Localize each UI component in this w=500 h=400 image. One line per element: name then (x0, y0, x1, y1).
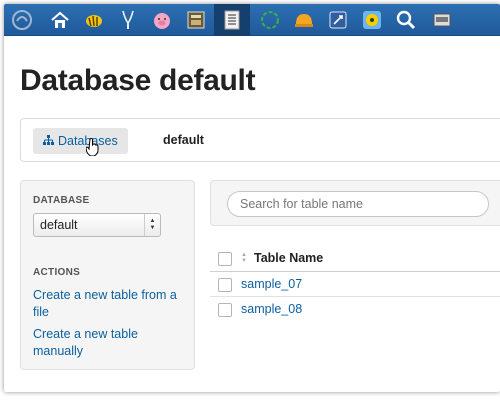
database-select-value: default (40, 218, 78, 232)
database-heading: DATABASE (33, 195, 90, 206)
page-title: Database default (20, 64, 256, 97)
sitemap-icon (43, 134, 54, 148)
app-window: Database default Databases default DATAB… (4, 4, 500, 392)
select-arrows-icon: ▲ ▼ (144, 214, 160, 236)
search-bar (210, 180, 500, 226)
sort-icon[interactable]: ▲ ▼ (240, 252, 248, 264)
search-icon[interactable] (394, 8, 418, 32)
sidebar: DATABASE default ▲ ▼ ACTIONS Create a new… (20, 180, 195, 370)
tables-table: ▲ ▼ Table Name sample_07 sample_08 (210, 244, 500, 322)
home-icon[interactable] (48, 8, 72, 32)
target-icon[interactable] (360, 8, 384, 32)
table-header-row: ▲ ▼ Table Name (210, 244, 500, 272)
table-name-link[interactable]: sample_08 (241, 302, 302, 316)
database-select[interactable]: default ▲ ▼ (33, 213, 161, 237)
table-row: sample_08 (210, 297, 500, 322)
antelope-icon[interactable] (116, 8, 140, 32)
hard-hat-icon[interactable] (292, 8, 316, 32)
hand-cursor-icon (85, 138, 100, 161)
breadcrumb-current: default (163, 133, 204, 147)
oozie-icon[interactable] (326, 8, 350, 32)
create-table-manually-link[interactable]: Create a new table manually (33, 326, 183, 360)
file-browser-icon[interactable] (184, 8, 208, 32)
pig-icon[interactable] (150, 8, 174, 32)
table-row: sample_07 (210, 272, 500, 297)
row-checkbox[interactable] (218, 278, 232, 292)
extra-app-icon[interactable] (430, 8, 454, 32)
create-table-from-file-link[interactable]: Create a new table from a file (33, 287, 183, 321)
hive-bee-icon[interactable] (82, 8, 106, 32)
hue-logo-icon[interactable] (10, 8, 34, 32)
app-bar (4, 4, 500, 36)
actions-heading: ACTIONS (33, 267, 81, 278)
select-all-checkbox[interactable] (218, 252, 232, 266)
job-browser-icon[interactable] (258, 8, 282, 32)
databases-breadcrumb-button[interactable]: Databases (33, 128, 128, 154)
row-checkbox[interactable] (218, 303, 232, 317)
table-search-input[interactable] (227, 191, 489, 217)
column-header-table-name[interactable]: Table Name (254, 251, 323, 265)
table-name-link[interactable]: sample_07 (241, 277, 302, 291)
metastore-table-icon[interactable] (214, 4, 250, 36)
